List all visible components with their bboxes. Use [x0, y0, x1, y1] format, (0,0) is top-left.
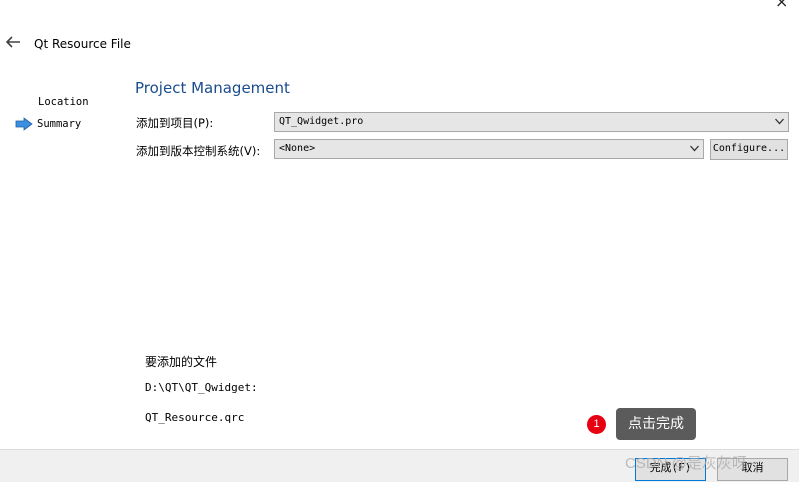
watermark: CSDN @是灰灰呀~: [625, 455, 756, 472]
files-path: D:\QT\QT_Qwidget:: [145, 381, 258, 394]
add-to-project-combo[interactable]: QT_Qwidget.pro: [274, 112, 789, 132]
back-arrow-icon[interactable]: [5, 35, 21, 49]
step-summary: Summary: [37, 118, 82, 130]
chevron-down-icon: [775, 118, 784, 125]
add-to-project-label: 添加到项目(P):: [136, 116, 214, 130]
files-name: QT_Resource.qrc: [145, 411, 245, 424]
close-icon[interactable]: ×: [775, 0, 788, 10]
add-to-project-value: QT_Qwidget.pro: [279, 116, 364, 127]
chevron-down-icon: [690, 145, 699, 152]
annotation-number-badge: 1: [587, 415, 606, 434]
add-to-vcs-label: 添加到版本控制系统(V):: [136, 144, 261, 158]
add-to-vcs-combo[interactable]: <None>: [274, 139, 704, 159]
add-to-vcs-value: <None>: [279, 143, 316, 154]
annotation-callout: 点击完成: [616, 408, 696, 440]
wizard-title: Qt Resource File: [34, 37, 131, 51]
files-heading: 要添加的文件: [145, 355, 218, 369]
configure-button[interactable]: Configure...: [710, 139, 788, 160]
step-location: Location: [38, 96, 89, 108]
current-step-arrow-icon: [15, 117, 33, 131]
page-title: Project Management: [135, 79, 290, 97]
